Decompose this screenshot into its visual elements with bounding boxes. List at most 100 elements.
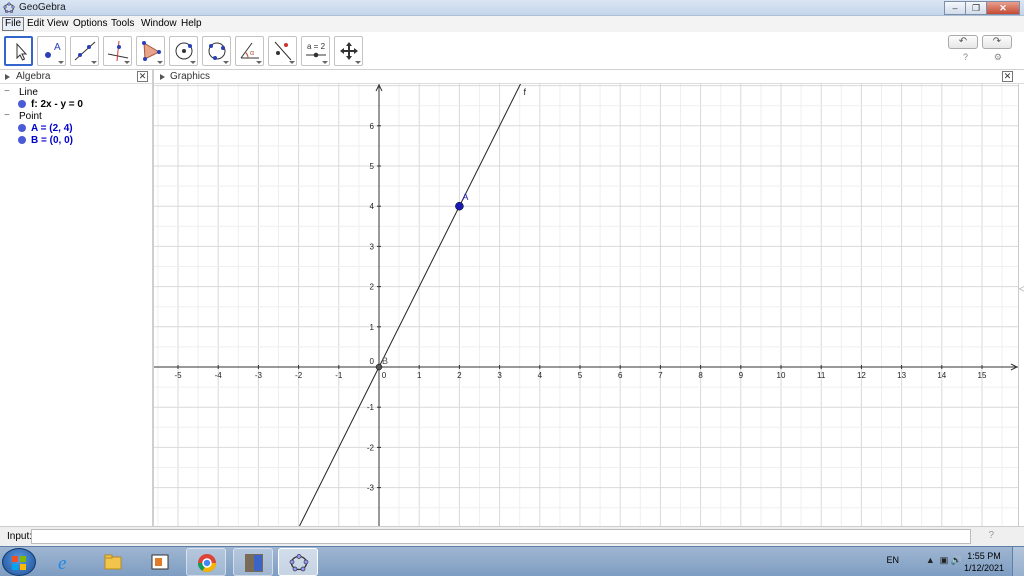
file-explorer-icon <box>104 554 122 570</box>
polygon-tool-button[interactable] <box>136 36 165 66</box>
clock[interactable]: 1:55 PM 1/12/2021 <box>962 550 1006 574</box>
circle-center-tool-button[interactable] <box>169 36 198 66</box>
x-tick-label: -2 <box>295 371 303 380</box>
circle-three-points-tool-icon <box>208 42 226 60</box>
visibility-toggle-icon[interactable] <box>18 136 26 144</box>
close-algebra-view-button[interactable]: ✕ <box>137 71 148 82</box>
move-graphics-view-tool-button[interactable] <box>334 36 363 66</box>
language-indicator[interactable]: EN <box>886 555 899 565</box>
x-tick-label: 5 <box>578 371 583 380</box>
algebra-item-b[interactable]: B = (0, 0) <box>18 135 73 146</box>
menu-edit[interactable]: Edit <box>25 17 46 31</box>
graphics-expand-arrow-icon[interactable] <box>160 74 165 80</box>
y-tick-label: 4 <box>370 202 375 211</box>
minimize-button[interactable]: – <box>944 1 966 15</box>
y-tick-label: 2 <box>370 283 375 292</box>
undo-button[interactable]: ↶ <box>948 35 978 49</box>
taskbar-internet-explorer[interactable]: e <box>46 548 86 576</box>
geogebra-logo-icon <box>3 2 15 14</box>
graphics-view-header: Graphics ✕ <box>154 70 1024 84</box>
y-tick-label: -3 <box>367 484 375 493</box>
taskbar-chrome[interactable] <box>186 548 226 576</box>
x-tick-label: 6 <box>618 371 623 380</box>
x-tick-label: 4 <box>538 371 543 380</box>
taskbar-photo-app[interactable] <box>233 548 273 576</box>
point-a[interactable] <box>455 201 464 211</box>
x-tick-label: 10 <box>777 371 786 380</box>
menu-tools[interactable]: Tools <box>109 17 136 31</box>
origin-label: 0 <box>370 357 375 366</box>
toolbar: A α a = 2 ↶ ↷ ? ⚙ <box>0 32 1024 70</box>
algebra-item-f[interactable]: f: 2x - y = 0 <box>18 99 83 110</box>
perpendicular-line-tool-icon <box>107 40 129 62</box>
line-tool-button[interactable] <box>70 36 99 66</box>
menu-file[interactable]: File <box>2 17 25 31</box>
input-field[interactable] <box>31 529 971 544</box>
y-tick-label: -2 <box>367 443 375 452</box>
line-tool-icon <box>74 41 96 61</box>
x-tick-label: 0 <box>382 371 387 380</box>
show-desktop-button[interactable] <box>1012 547 1024 576</box>
collapse-line-group-icon[interactable]: − <box>4 86 10 97</box>
x-tick-label: -5 <box>174 371 182 380</box>
algebra-item-a[interactable]: A = (2, 4) <box>18 123 73 134</box>
redo-button[interactable]: ↷ <box>982 35 1012 49</box>
geogebra-icon <box>289 554 309 572</box>
algebra-item-f-text: f: 2x - y = 0 <box>31 99 83 110</box>
svg-text:a = 2: a = 2 <box>307 42 326 51</box>
visibility-toggle-icon[interactable] <box>18 100 26 108</box>
algebra-view-title: Algebra <box>16 71 51 82</box>
y-tick-label: 6 <box>370 122 375 131</box>
windows-logo-icon <box>12 556 26 570</box>
window-title: GeoGebra <box>19 2 66 13</box>
chrome-icon <box>198 554 216 573</box>
side-panel-handle[interactable]: ◁ <box>1018 84 1024 526</box>
slider-tool-button[interactable]: a = 2 <box>301 36 330 66</box>
close-window-button[interactable]: ✕ <box>986 1 1020 15</box>
polygon-tool-icon <box>142 41 161 61</box>
close-graphics-view-button[interactable]: ✕ <box>1002 71 1013 82</box>
line-f[interactable] <box>299 84 521 526</box>
point-tool-button[interactable]: A <box>37 36 66 66</box>
collapse-point-group-icon[interactable]: − <box>4 110 10 121</box>
x-tick-label: -3 <box>255 371 263 380</box>
move-tool-button[interactable] <box>4 36 33 66</box>
menu-bar: File Edit View Options Tools Window Help <box>0 16 1024 32</box>
start-button[interactable] <box>2 548 36 576</box>
clock-date: 1/12/2021 <box>963 563 1005 573</box>
algebra-view: − Line f: 2x - y = 0 − Point A = (2, 4) … <box>0 84 152 526</box>
x-tick-label: 12 <box>857 371 866 380</box>
circle-center-point-tool-icon <box>175 42 193 60</box>
system-tray-icons[interactable]: ▲ ▣ 🔊 <box>926 555 962 566</box>
expand-left-icon[interactable]: ◁ <box>1019 284 1024 293</box>
reflect-tool-button[interactable] <box>268 36 297 66</box>
angle-tool-button[interactable]: α <box>235 36 264 66</box>
y-tick-label: 3 <box>370 242 375 251</box>
x-tick-label: 7 <box>658 371 663 380</box>
algebra-expand-arrow-icon[interactable] <box>5 74 10 80</box>
menu-help[interactable]: Help <box>179 17 204 31</box>
settings-gear-icon[interactable]: ⚙ <box>994 52 1002 63</box>
input-help-icon[interactable]: ? <box>988 530 994 541</box>
graphics-view-title: Graphics <box>170 71 211 82</box>
menu-view[interactable]: View <box>45 17 71 31</box>
x-tick-label: 8 <box>698 371 703 380</box>
algebra-view-header: Algebra ✕ <box>0 70 152 84</box>
visibility-toggle-icon[interactable] <box>18 124 26 132</box>
circle-three-points-tool-button[interactable] <box>202 36 231 66</box>
algebra-item-b-text: B = (0, 0) <box>31 135 73 146</box>
menu-window[interactable]: Window <box>139 17 179 31</box>
algebra-group-point: Point <box>19 111 42 122</box>
x-tick-label: 9 <box>739 371 744 380</box>
taskbar-media-player[interactable] <box>140 548 180 576</box>
perpendicular-line-tool-button[interactable] <box>103 36 132 66</box>
restore-button[interactable]: ❐ <box>965 1 987 15</box>
taskbar-file-explorer[interactable] <box>93 548 133 576</box>
title-bar: GeoGebra – ❐ ✕ <box>0 0 1024 16</box>
help-icon[interactable]: ? <box>963 52 968 62</box>
graphics-view-canvas[interactable]: -5 -4 -3 -2 -1 0 1 2 3 4 5 6 7 8 9 10 11 12 13 14 15-3-2-112… <box>154 84 1018 526</box>
menu-options[interactable]: Options <box>71 17 109 31</box>
svg-text:A: A <box>54 42 61 53</box>
x-tick-label: 1 <box>417 371 422 380</box>
taskbar-geogebra[interactable] <box>278 548 318 576</box>
